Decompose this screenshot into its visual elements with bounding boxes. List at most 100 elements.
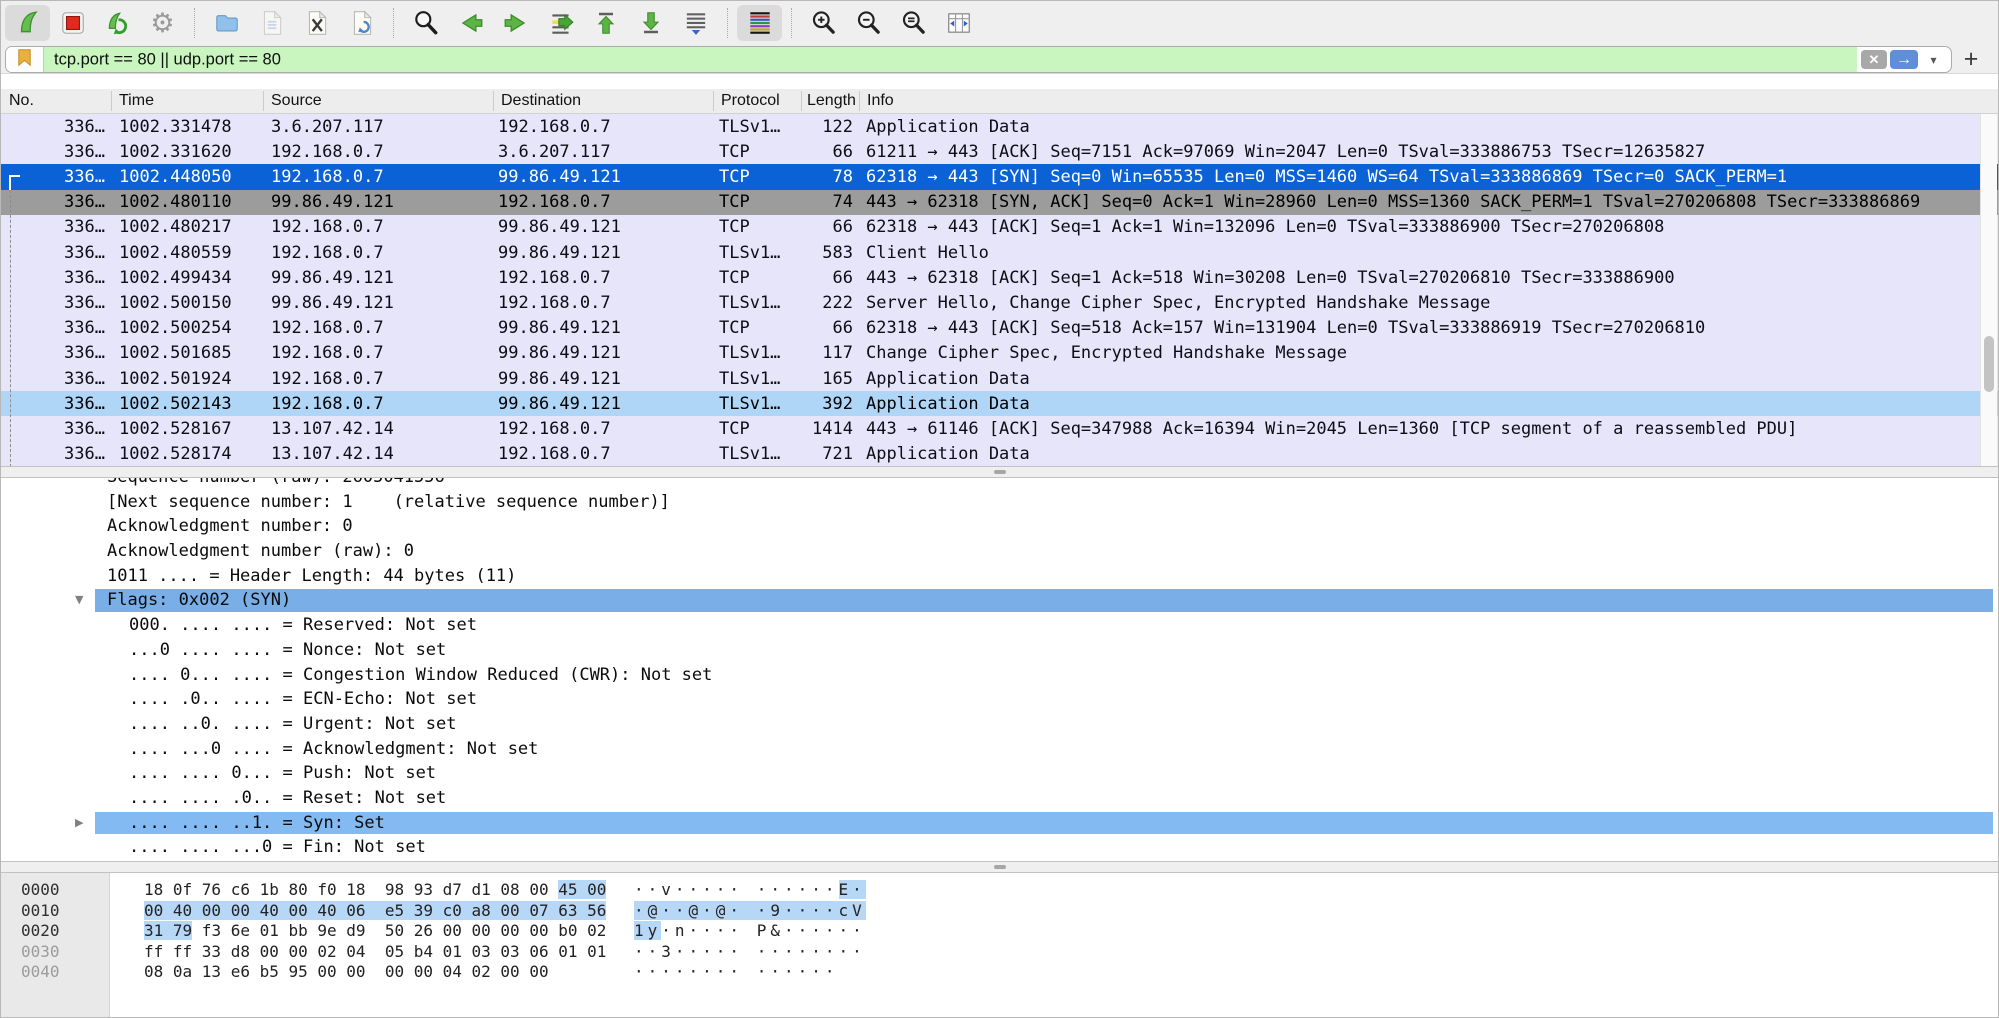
reload-file-button[interactable] [339, 5, 384, 41]
packet-row[interactable]: 336…1002.331620192.168.0.73.6.207.117TCP… [1, 139, 1998, 164]
go-back-button[interactable] [448, 5, 493, 41]
zoom-in-button[interactable] [801, 5, 846, 41]
magnifier-icon [412, 9, 440, 37]
no-cell: 336… [1, 268, 105, 288]
detail-row[interactable]: ...0 .... .... = Nonce: Not set [1, 638, 1998, 663]
close-file-button[interactable] [294, 5, 339, 41]
detail-row[interactable]: 1011 .... = Header Length: 44 bytes (11) [1, 564, 1998, 589]
start-capture-button[interactable] [5, 5, 50, 41]
filter-bookmark-button[interactable] [6, 47, 44, 72]
restart-capture-button[interactable] [95, 5, 140, 41]
column-separator[interactable] [111, 91, 112, 111]
capture-options-button[interactable]: ⚙ [140, 5, 185, 41]
packet-row[interactable]: 336…1002.52817413.107.42.14192.168.0.7TL… [1, 442, 1998, 467]
hex-row[interactable]: 002031 79 f3 6e 01 bb 9e d9 50 26 00 00 … [1, 921, 1998, 942]
info-cell: Application Data [866, 394, 1980, 414]
column-header-source[interactable]: Source [263, 89, 493, 113]
expand-toggle-icon[interactable]: ▶ [75, 811, 83, 836]
go-first-packet-button[interactable] [583, 5, 628, 41]
save-file-button[interactable] [249, 5, 294, 41]
column-separator[interactable] [263, 91, 264, 111]
detail-text: Acknowledgment number: 0 [1, 516, 353, 536]
clear-filter-button[interactable]: ✕ [1861, 50, 1887, 69]
column-separator[interactable] [859, 91, 860, 111]
detail-row[interactable]: .... 0... .... = Congestion Window Reduc… [1, 663, 1998, 688]
detail-row[interactable]: .... .0.. .... = ECN-Echo: Not set [1, 687, 1998, 712]
protocol-cell: TCP [719, 318, 750, 338]
resize-columns-button[interactable] [936, 5, 981, 41]
detail-text: .... 0... .... = Congestion Window Reduc… [1, 665, 712, 685]
detail-row[interactable]: Acknowledgment number: 0 [1, 514, 1998, 539]
auto-scroll-button[interactable] [673, 5, 718, 41]
detail-row[interactable]: .... .... .0.. = Reset: Not set [1, 786, 1998, 811]
column-header-no[interactable]: No. [1, 89, 111, 113]
time-cell: 1002.501685 [119, 343, 232, 363]
hex-row[interactable]: 000018 0f 76 c6 1b 80 f0 18 98 93 d7 d1 … [1, 880, 1998, 901]
display-filter-input[interactable]: tcp.port == 80 || udp.port == 80 [54, 50, 281, 69]
filter-input-background [44, 47, 1857, 72]
stop-capture-button[interactable] [50, 5, 95, 41]
detail-row[interactable]: Sequence number (raw): 2605041556 [1, 478, 1998, 490]
find-packet-button[interactable] [403, 5, 448, 41]
detail-row[interactable]: .... .... ...0 = Fin: Not set [1, 835, 1998, 860]
scrollbar-thumb[interactable] [1984, 336, 1994, 392]
packet-row[interactable]: 336…1002.501685192.168.0.799.86.49.121TL… [1, 341, 1998, 366]
apply-filter-button[interactable]: → [1890, 50, 1918, 69]
source-cell: 192.168.0.7 [271, 318, 384, 338]
hex-row[interactable]: 004008 0a 13 e6 b5 95 00 00 00 00 04 02 … [1, 962, 1998, 983]
packet-row[interactable]: 336…1002.500254192.168.0.799.86.49.121TC… [1, 316, 1998, 341]
packet-row[interactable]: 336…1002.480559192.168.0.799.86.49.121TL… [1, 240, 1998, 265]
open-file-button[interactable] [204, 5, 249, 41]
splitter-details[interactable] [1, 466, 1998, 478]
protocol-cell: TLSv1… [719, 293, 780, 313]
conversation-line-indicator [10, 190, 11, 467]
column-separator[interactable] [801, 91, 802, 111]
info-cell: 62318 → 443 [SYN] Seq=0 Win=65535 Len=0 … [866, 167, 1980, 187]
collapse-toggle-icon[interactable]: ▼ [75, 588, 83, 613]
detail-row[interactable]: 000. .... .... = Reserved: Not set [1, 613, 1998, 638]
toolbar-separator [791, 8, 792, 38]
add-filter-button[interactable]: + [1957, 45, 1985, 73]
splitter-hex[interactable] [1, 861, 1998, 873]
packet-row[interactable]: 336…1002.480217192.168.0.799.86.49.121TC… [1, 215, 1998, 240]
go-last-packet-button[interactable] [628, 5, 673, 41]
detail-row[interactable]: .... ...0 .... = Acknowledgment: Not set [1, 737, 1998, 762]
destination-cell: 99.86.49.121 [498, 243, 621, 263]
packet-row[interactable]: 336…1002.502143192.168.0.799.86.49.121TL… [1, 391, 1998, 416]
packet-row[interactable]: 336…1002.501924192.168.0.799.86.49.121TL… [1, 366, 1998, 391]
detail-row[interactable]: Acknowledgment number (raw): 0 [1, 539, 1998, 564]
packet-row[interactable]: 336…1002.3314783.6.207.117192.168.0.7TLS… [1, 114, 1998, 139]
detail-row[interactable]: ▼Flags: 0x002 (SYN) [1, 588, 1998, 613]
packet-row[interactable]: 336…1002.448050192.168.0.799.86.49.121TC… [1, 164, 1998, 189]
packet-row[interactable]: 336…1002.48011099.86.49.121192.168.0.7TC… [1, 190, 1998, 215]
packet-row[interactable]: 336…1002.50015099.86.49.121192.168.0.7TL… [1, 290, 1998, 315]
detail-row[interactable]: .... ..0. .... = Urgent: Not set [1, 712, 1998, 737]
arrow-up-bar-icon [592, 9, 620, 37]
hex-rows: 000018 0f 76 c6 1b 80 f0 18 98 93 d7 d1 … [1, 880, 1998, 983]
hex-row[interactable]: 001000 40 00 00 40 00 40 06 e5 39 c0 a8 … [1, 901, 1998, 922]
column-separator[interactable] [493, 91, 494, 111]
detail-row[interactable]: [Next sequence number: 1 (relative seque… [1, 490, 1998, 515]
display-filter-bar[interactable]: tcp.port == 80 || udp.port == 80 ✕ → ▾ [5, 46, 1952, 73]
hex-row[interactable]: 0030ff ff 33 d8 00 00 02 04 05 b4 01 03 … [1, 942, 1998, 963]
colorize-packets-button[interactable] [737, 5, 782, 41]
column-header-destination[interactable]: Destination [493, 89, 713, 113]
go-forward-button[interactable] [493, 5, 538, 41]
filter-dropdown-caret-icon[interactable]: ▾ [1925, 50, 1942, 69]
source-cell: 192.168.0.7 [271, 167, 384, 187]
protocol-cell: TLSv1… [719, 369, 780, 389]
column-header-info[interactable]: Info [859, 89, 1984, 113]
column-separator[interactable] [713, 91, 714, 111]
column-header-protocol[interactable]: Protocol [713, 89, 801, 113]
column-header-time[interactable]: Time [111, 89, 263, 113]
detail-row[interactable]: .... .... 0... = Push: Not set [1, 761, 1998, 786]
zoom-reset-button[interactable] [891, 5, 936, 41]
gear-icon: ⚙ [150, 10, 174, 37]
packet-row[interactable]: 336…1002.49943499.86.49.121192.168.0.7TC… [1, 265, 1998, 290]
zoom-out-button[interactable] [846, 5, 891, 41]
packet-list-scrollbar[interactable] [1980, 114, 1997, 466]
detail-row[interactable]: ▶.... .... ..1. = Syn: Set [1, 811, 1998, 836]
go-to-packet-button[interactable] [538, 5, 583, 41]
column-header-length[interactable]: Length [801, 89, 859, 113]
packet-row[interactable]: 336…1002.52816713.107.42.14192.168.0.7TC… [1, 416, 1998, 441]
